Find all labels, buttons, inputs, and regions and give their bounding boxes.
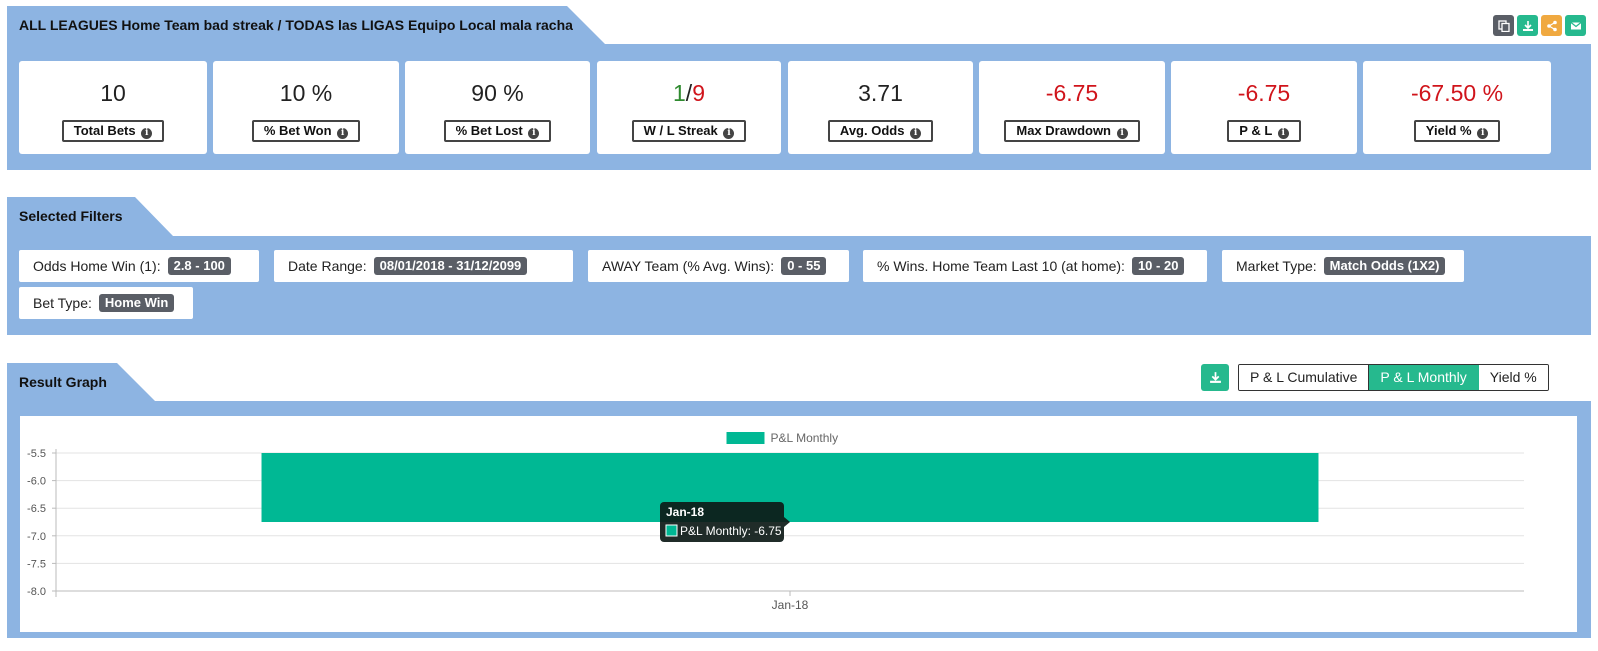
stat-label-text: Total Bets <box>73 123 136 138</box>
stat-card-pnl: -6.75 P & L i <box>1171 61 1357 154</box>
filter-bet-type: Bet Type: Home Win <box>19 287 193 319</box>
stat-label[interactable]: P & L i <box>1227 120 1301 142</box>
x-tick-label: Jan-18 <box>772 598 809 612</box>
stat-label-text: % Bet Lost <box>455 123 523 138</box>
info-icon: i <box>337 128 349 139</box>
info-icon: i <box>528 128 540 139</box>
stat-label-text: W / L Streak <box>643 123 718 138</box>
stat-card-bet-lost: 90 % % Bet Lost i <box>405 61 590 154</box>
yield-button[interactable]: Yield % <box>1478 365 1548 390</box>
stat-label[interactable]: % Bet Lost i <box>443 120 552 142</box>
bar <box>261 453 1319 522</box>
filter-value: 10 - 20 <box>1131 257 1185 275</box>
stats-band: 10 Total Bets i 10 % % Bet Won i 90 % % … <box>7 48 1591 170</box>
y-tick-label: -5.5 <box>27 448 46 460</box>
filter-home-team-wins-last-10: % Wins. Home Team Last 10 (at home): 10 -… <box>863 250 1207 282</box>
stat-label-text: P & L <box>1239 123 1273 138</box>
stat-card-wl-streak: 1/9 W / L Streak i <box>597 61 781 154</box>
stat-label-text: Max Drawdown <box>1016 123 1111 138</box>
tooltip-text: P&L Monthly: -6.75 <box>680 524 782 538</box>
share-icon <box>1546 20 1557 31</box>
tooltip-swatch <box>665 524 678 537</box>
page-title-text: ALL LEAGUES Home Team bad streak / TODAS… <box>19 17 573 33</box>
stat-label-text: Yield % <box>1425 123 1472 138</box>
graph-title-text: Result Graph <box>19 374 107 390</box>
email-button[interactable] <box>1565 15 1586 36</box>
stat-card-avg-odds: 3.71 Avg. Odds i <box>788 61 973 154</box>
info-icon: i <box>141 128 153 139</box>
info-icon: i <box>910 128 922 139</box>
download-button[interactable] <box>1517 15 1538 36</box>
stat-value: 1/9 <box>597 80 781 106</box>
y-tick-label: -8.0 <box>27 586 46 598</box>
y-tick-label: -6.0 <box>27 476 46 488</box>
graph-band: -5.5 -6.0 -6.5 -7.0 -7.5 -8.0 Jan-18 P&L Monthl… <box>7 401 1591 638</box>
copy-icon <box>1497 19 1510 32</box>
stat-label-text: Avg. Odds <box>839 123 905 138</box>
stat-value: 10 <box>100 80 126 106</box>
stat-card-yield: -67.50 % Yield % i <box>1363 61 1551 154</box>
filter-away-team-wins: AWAY Team (% Avg. Wins): 0 - 55 <box>588 250 849 282</box>
filters-band: Odds Home Win (1): 2.8 - 100 Date Range: 0… <box>7 236 1591 335</box>
download-icon <box>1209 372 1221 383</box>
stat-label[interactable]: Yield % i <box>1413 120 1501 142</box>
streak-losses: 9 <box>692 80 705 106</box>
y-tick-label: -6.5 <box>27 503 46 515</box>
stat-value: -67.50 % <box>1410 80 1504 106</box>
stat-card-bet-won: 10 % % Bet Won i <box>213 61 399 154</box>
filter-label: % Wins. Home Team Last 10 (at home): <box>877 258 1125 274</box>
stat-label[interactable]: Avg. Odds i <box>827 120 934 142</box>
copy-button[interactable] <box>1493 15 1514 36</box>
legend-label: P&L Monthly <box>771 431 839 445</box>
stat-card-max-drawdown: -6.75 Max Drawdown i <box>979 61 1165 154</box>
filter-value: 0 - 55 <box>781 257 827 275</box>
filter-value: Match Odds (1X2) <box>1323 257 1446 275</box>
email-icon <box>1570 21 1581 29</box>
filter-label: Odds Home Win (1): <box>33 258 161 274</box>
page-title: ALL LEAGUES Home Team bad streak / TODAS… <box>7 6 605 44</box>
filter-value: Home Win <box>98 294 175 312</box>
y-tick-label: -7.5 <box>27 558 46 570</box>
stat-card-total-bets: 10 Total Bets i <box>19 61 207 154</box>
filter-label: Market Type: <box>1236 258 1317 274</box>
info-icon: i <box>1116 128 1128 139</box>
graph-mode-toggle: P & L Cumulative P & L Monthly Yield % <box>1238 364 1549 391</box>
stat-value: 3.71 <box>858 80 903 106</box>
stat-value: 10 % <box>279 80 333 106</box>
filter-market-type: Market Type: Match Odds (1X2) <box>1222 250 1464 282</box>
filter-date-range: Date Range: 08/01/2018 - 31/12/2099 <box>274 250 573 282</box>
filter-label: AWAY Team (% Avg. Wins): <box>602 258 775 274</box>
filter-label: Date Range: <box>288 258 367 274</box>
info-icon: i <box>723 128 735 139</box>
pnl-chart: -5.5 -6.0 -6.5 -7.0 -7.5 -8.0 Jan-18 P&L Monthl… <box>27 431 1524 612</box>
y-tick-label: -7.0 <box>27 531 46 543</box>
stat-value: -6.75 <box>1045 80 1099 106</box>
stat-value: 90 % <box>471 80 524 106</box>
graph-section-title: Result Graph <box>7 363 155 401</box>
stat-value: -6.75 <box>1237 80 1291 106</box>
export-toolbar <box>1493 15 1586 36</box>
filters-title-text: Selected Filters <box>19 208 123 224</box>
stat-label-text: % Bet Won <box>263 123 332 138</box>
filter-label: Bet Type: <box>33 295 92 311</box>
download-icon <box>1522 20 1533 31</box>
filters-section-title: Selected Filters <box>7 197 173 236</box>
stat-label[interactable]: W / L Streak i <box>631 120 747 142</box>
share-button[interactable] <box>1541 15 1562 36</box>
tooltip-title: Jan-18 <box>666 505 704 519</box>
info-icon: i <box>1277 128 1289 139</box>
stat-label[interactable]: Max Drawdown i <box>1004 120 1140 142</box>
chart-panel: -5.5 -6.0 -6.5 -7.0 -7.5 -8.0 Jan-18 P&L Monthl… <box>20 416 1577 632</box>
legend-swatch <box>726 432 765 444</box>
filter-value: 2.8 - 100 <box>167 257 231 275</box>
stat-label[interactable]: Total Bets i <box>61 120 165 142</box>
pnl-monthly-button[interactable]: P & L Monthly <box>1369 365 1479 390</box>
filter-odds-home-win: Odds Home Win (1): 2.8 - 100 <box>19 250 259 282</box>
info-icon: i <box>1477 128 1489 139</box>
filter-value: 08/01/2018 - 31/12/2099 <box>373 257 528 275</box>
pnl-cumulative-button[interactable]: P & L Cumulative <box>1239 365 1370 390</box>
streak-wins: 1 <box>673 80 686 106</box>
stat-label[interactable]: % Bet Won i <box>251 120 361 142</box>
graph-download-button[interactable] <box>1201 364 1229 391</box>
